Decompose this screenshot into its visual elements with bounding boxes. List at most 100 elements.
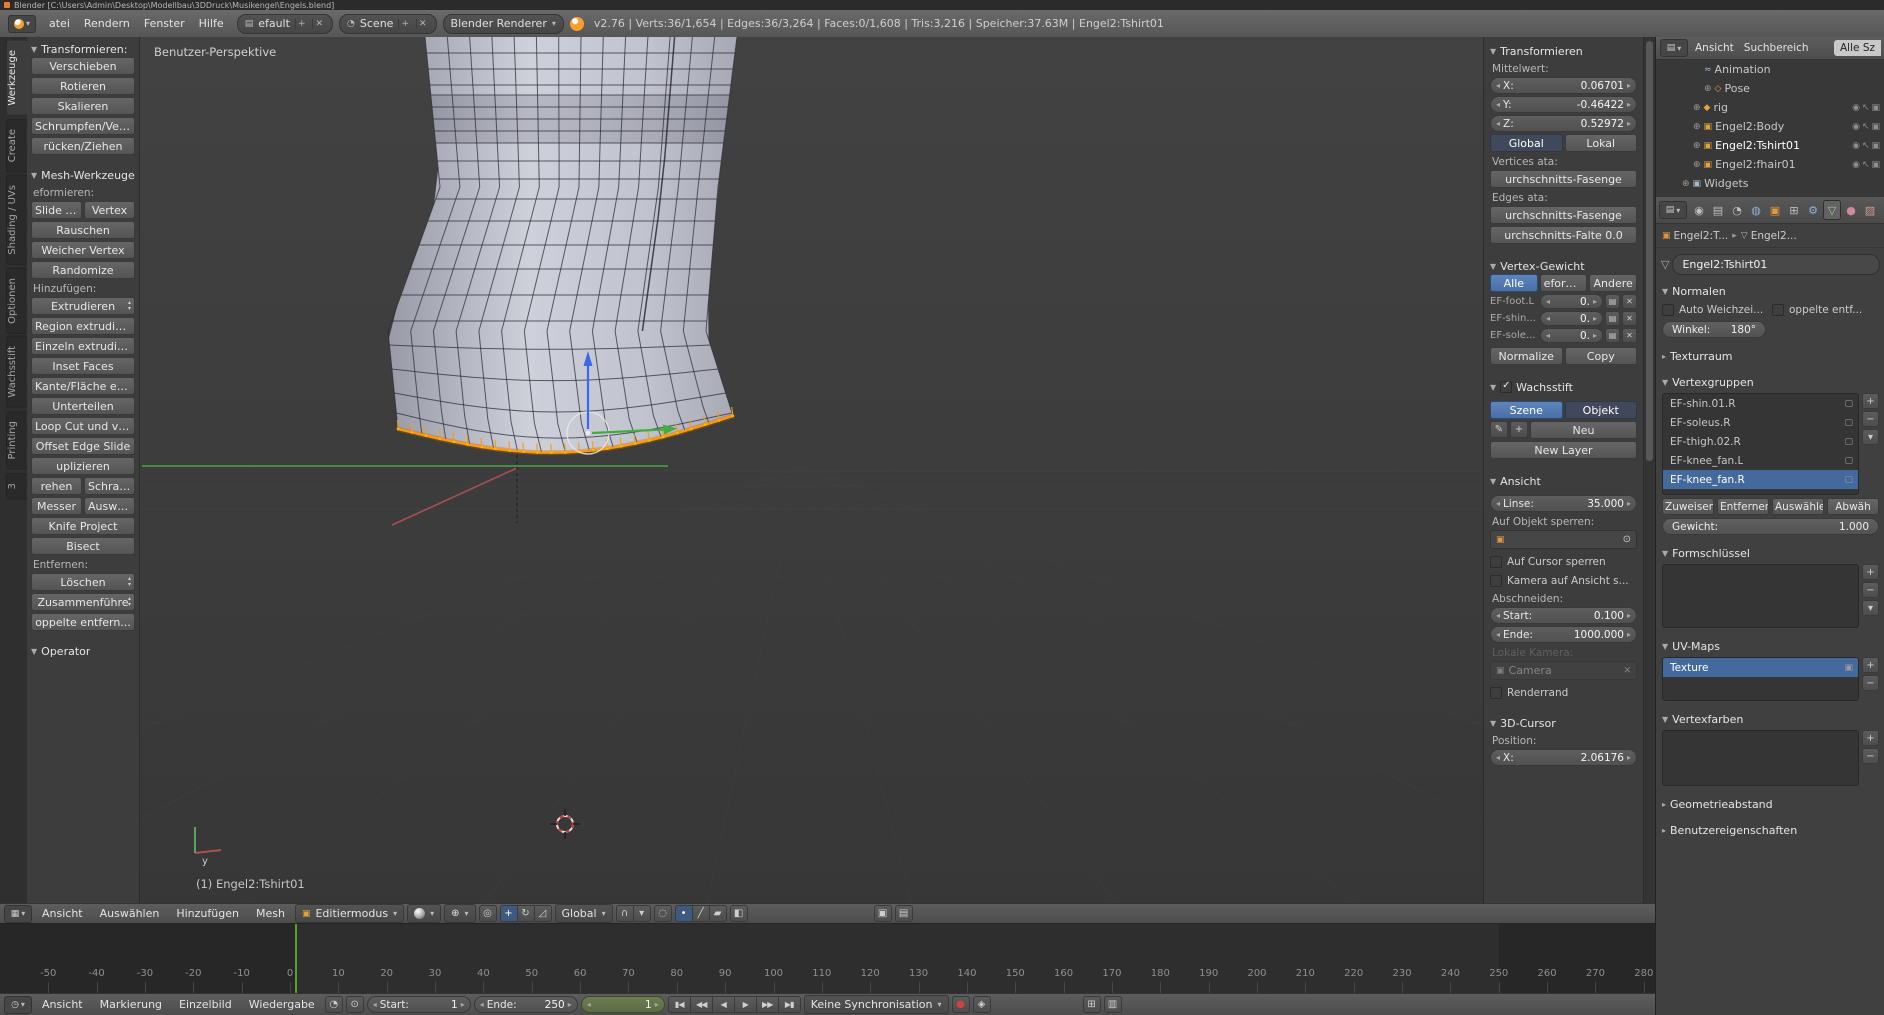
new-layer-button[interactable]: New Layer bbox=[1490, 441, 1637, 459]
grease-szene-button[interactable]: Szene bbox=[1490, 401, 1563, 419]
expander-icon[interactable]: ⊕ bbox=[1693, 103, 1701, 113]
normalize-button[interactable]: Normalize bbox=[1490, 347, 1563, 365]
remove-icon[interactable]: − bbox=[1862, 411, 1879, 427]
restrict-view-icon[interactable]: ◉ bbox=[1852, 122, 1860, 132]
copy-weight-icon[interactable]: ▤ bbox=[1605, 311, 1620, 326]
grease-objekt-button[interactable]: Objekt bbox=[1565, 401, 1638, 419]
select-face-icon[interactable]: ▰ bbox=[709, 905, 727, 922]
edited-mesh-tshirt[interactable] bbox=[388, 37, 737, 454]
toolshelf-tab-printing[interactable]: Printing bbox=[6, 411, 27, 469]
median-y-field[interactable]: ◂Y:-0.46422▸ bbox=[1490, 96, 1637, 113]
close-layout-button[interactable]: ✕ bbox=[312, 19, 325, 29]
tool-weicher-vertex[interactable]: Weicher Vertex bbox=[31, 241, 135, 259]
increment-arrow-icon[interactable]: ▸ bbox=[1627, 611, 1631, 620]
panel-header-3d-cursor[interactable]: ▼ 3D-Cursor bbox=[1490, 715, 1637, 731]
decrement-arrow-icon[interactable]: ◂ bbox=[1496, 81, 1500, 90]
outliner-display-filter[interactable]: Alle Sz bbox=[1834, 40, 1881, 56]
restrict-view-icon[interactable]: ◉ bbox=[1852, 160, 1860, 170]
play-button[interactable]: ▶ bbox=[734, 996, 757, 1013]
decrement-arrow-icon[interactable]: ◂ bbox=[1546, 314, 1550, 323]
tool-zusammenführe[interactable]: Zusammenführe▴▾ bbox=[31, 593, 135, 611]
lock-icon[interactable]: ▢ bbox=[1844, 418, 1853, 428]
add-icon[interactable]: + bbox=[1862, 730, 1879, 746]
restrict-select-icon[interactable]: ↖ bbox=[1862, 160, 1870, 170]
vw-tab-andere[interactable]: Andere bbox=[1589, 274, 1637, 292]
toolshelf-tab-werkzeuge[interactable]: Werkzeuge bbox=[6, 40, 27, 116]
cursor-x-field[interactable]: ◂ X: 2.06176 ▸ bbox=[1490, 749, 1637, 766]
lock-object-field[interactable]: ▣ ⊙ bbox=[1490, 530, 1637, 549]
add-icon[interactable]: + bbox=[1862, 393, 1879, 409]
decrement-arrow-icon[interactable]: ◂ bbox=[1496, 611, 1500, 620]
panel-header-operator[interactable]: ▼Operator bbox=[31, 643, 135, 659]
increment-arrow-icon[interactable]: ▸ bbox=[1593, 331, 1597, 340]
weight-value-field[interactable]: ◂0.▸ bbox=[1540, 311, 1603, 326]
viewport-menu-mesh[interactable]: Mesh bbox=[249, 907, 292, 920]
cursor-3d[interactable] bbox=[550, 809, 580, 839]
shape-keys-list[interactable] bbox=[1662, 564, 1859, 628]
scrollbar-thumb[interactable] bbox=[1646, 41, 1653, 461]
tool-skalieren[interactable]: Skalieren bbox=[31, 97, 135, 115]
tool-auswähl[interactable]: Auswähl bbox=[84, 497, 135, 515]
tool-unterteilen[interactable]: Unterteilen bbox=[31, 397, 135, 415]
vertex-group-item[interactable]: EF-thigh.02.R▢ bbox=[1663, 432, 1858, 451]
restrict-render-icon[interactable]: ▣ bbox=[1871, 103, 1880, 113]
increment-arrow-icon[interactable]: ▸ bbox=[1593, 314, 1597, 323]
frame-start-field[interactable]: ◂Start:1▸ bbox=[367, 996, 471, 1013]
expander-icon[interactable]: ⊕ bbox=[1693, 122, 1701, 132]
properties-tab-object-data[interactable]: ▽ bbox=[1823, 200, 1841, 220]
lock-time-icon[interactable]: ⊙ bbox=[346, 996, 364, 1013]
remove-icon[interactable]: − bbox=[1862, 748, 1879, 764]
toolshelf-tab-create[interactable]: Create bbox=[6, 119, 27, 172]
opengl-render-icon[interactable]: ▣ bbox=[874, 905, 892, 922]
tool-messer[interactable]: Messer bbox=[31, 497, 82, 515]
increment-arrow-icon[interactable]: ▸ bbox=[1627, 119, 1631, 128]
eyedropper-icon[interactable]: ⊙ bbox=[1623, 534, 1631, 545]
close-icon[interactable]: ✕ bbox=[1623, 666, 1631, 676]
double-sided-checkbox[interactable]: oppelte entf... bbox=[1772, 302, 1879, 318]
keyframe-remove-icon[interactable]: ▥ bbox=[1104, 996, 1122, 1013]
jump-end-button[interactable]: ▶▮ bbox=[778, 996, 801, 1013]
timeline-menu-einzelbild[interactable]: Einzelbild bbox=[172, 998, 239, 1011]
tool-schraub[interactable]: Schraub bbox=[84, 477, 135, 495]
manipulator-rotate-icon[interactable]: ↻ bbox=[517, 905, 535, 922]
orientation-selector[interactable]: Global▾ bbox=[555, 904, 613, 923]
panel-header-transform[interactable]: ▼ Transformieren bbox=[1490, 43, 1637, 59]
vertex-group-item[interactable]: EF-soleus.R▢ bbox=[1663, 413, 1858, 432]
outliner-menu-ansicht[interactable]: Ansicht bbox=[1690, 42, 1739, 54]
outliner-row-animation[interactable]: ≈Animation bbox=[1656, 60, 1884, 79]
local-camera-field[interactable]: ▣ Camera ✕ bbox=[1490, 661, 1637, 680]
restrict-view-icon[interactable]: ◉ bbox=[1852, 103, 1860, 113]
decrement-arrow-icon[interactable]: ◂ bbox=[1546, 331, 1550, 340]
panel-header-custom-properties[interactable]: ▸ Benutzereigenschaften bbox=[1662, 822, 1879, 838]
outliner-row-pose[interactable]: ⊕◇Pose bbox=[1656, 79, 1884, 98]
expander-icon[interactable]: ⊕ bbox=[1693, 141, 1701, 151]
toolshelf-tab-wachsstift[interactable]: Wachsstift bbox=[6, 336, 27, 408]
viewport-menu-auswählen[interactable]: Auswählen bbox=[93, 907, 167, 920]
panel-header-mesh-werkzeuge[interactable]: ▼Mesh-Werkzeuge bbox=[31, 167, 135, 183]
weight-value-field[interactable]: ◂0.▸ bbox=[1540, 328, 1603, 343]
mode-selector[interactable]: ▣Editiermodus▾ bbox=[295, 904, 404, 923]
tool-schrumpfen-verg[interactable]: Schrumpfen/Verg... bbox=[31, 117, 135, 135]
occlude-geometry-icon[interactable]: ◧ bbox=[730, 905, 748, 922]
panel-header-transformieren[interactable]: ▼Transformieren: bbox=[31, 41, 135, 57]
outliner-row-engel2-fhair01[interactable]: ⊕▣Engel2:fhair01◉↖▣ bbox=[1656, 155, 1884, 174]
next-keyframe-button[interactable]: ▶▶ bbox=[756, 996, 779, 1013]
add-scene-button[interactable]: + bbox=[398, 19, 411, 29]
sync-mode-selector[interactable]: Keine Synchronisation▾ bbox=[804, 995, 949, 1014]
opengl-render-anim-icon[interactable]: ▤ bbox=[895, 905, 913, 922]
remove-icon[interactable]: − bbox=[1862, 675, 1879, 691]
increment-arrow-icon[interactable]: ▸ bbox=[461, 1000, 465, 1009]
restrict-render-icon[interactable]: ▣ bbox=[1871, 160, 1880, 170]
select-vertex-icon[interactable]: • bbox=[675, 905, 693, 922]
outliner-row-widgets[interactable]: ⊕▣Widgets bbox=[1656, 174, 1884, 193]
restrict-select-icon[interactable]: ↖ bbox=[1862, 103, 1870, 113]
lock-icon[interactable]: ▢ bbox=[1844, 437, 1853, 447]
scene-selector[interactable]: ◔ Scene + ✕ bbox=[339, 14, 437, 34]
properties-tab-render[interactable]: ◉ bbox=[1690, 200, 1708, 220]
copy-button[interactable]: Copy bbox=[1565, 347, 1638, 365]
vertex-group-item[interactable]: EF-knee_fan.R▢ bbox=[1663, 470, 1858, 489]
datablock-name-field[interactable]: Engel2:Tshirt01 bbox=[1672, 254, 1880, 275]
timeline-menu-markierung[interactable]: Markierung bbox=[93, 998, 169, 1011]
decrement-arrow-icon[interactable]: ◂ bbox=[1496, 630, 1500, 639]
decrement-arrow-icon[interactable]: ◂ bbox=[587, 1000, 591, 1009]
